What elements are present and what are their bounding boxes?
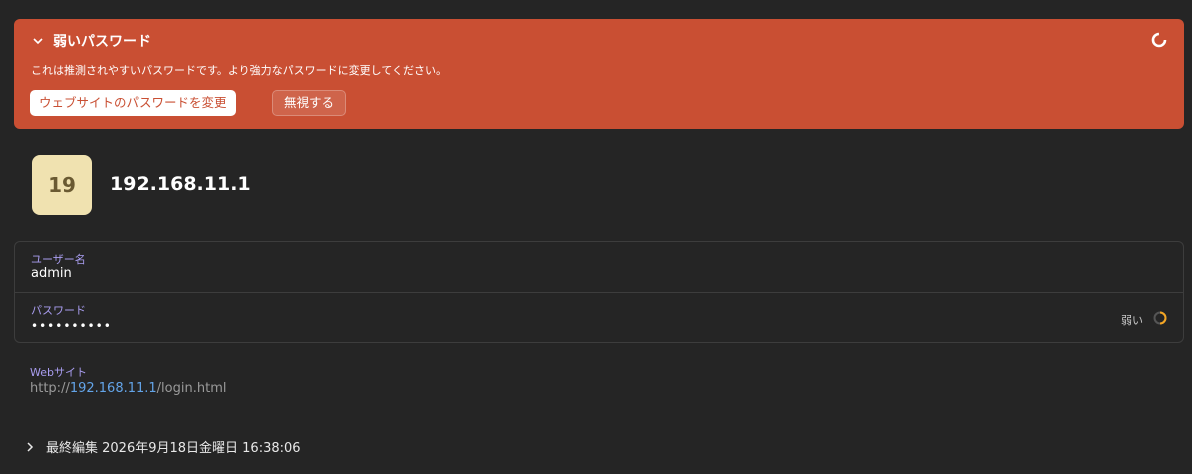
username-value[interactable]: admin [31,266,72,281]
weak-password-alert: 弱いパスワード これは推測されやすいパスワードです。より強力なパスワードに変更し… [14,19,1184,129]
url-prefix: http:// [30,381,70,396]
last-edited-text: 最終編集 2026年9月18日金曜日 16:38:06 [46,441,301,456]
alert-title: 弱いパスワード [53,34,151,50]
url-path: /login.html [156,381,227,396]
website-label: Webサイト [30,366,87,379]
website-url[interactable]: http://192.168.11.1/login.html [30,381,226,396]
strength-meter-icon [1153,311,1167,325]
password-label: パスワード [31,304,86,317]
change-password-button[interactable]: ウェブサイトのパスワードを変更 [30,90,236,116]
alert-message: これは推測されやすいパスワードです。より強力なパスワードに変更してください。 [31,64,448,77]
ignore-button[interactable]: 無視する [272,90,347,116]
alert-header[interactable]: 弱いパスワード [31,31,151,51]
strength-label: 弱い [1121,314,1143,327]
last-edited-toggle[interactable]: 最終編集 2026年9月18日金曜日 16:38:06 [24,437,301,456]
progress-ring-icon [1151,32,1167,48]
credentials-card: ユーザー名 admin パスワード •••••••••• 弱い [14,241,1184,343]
item-title: 192.168.11.1 [110,173,251,195]
password-value[interactable]: •••••••••• [31,319,112,333]
username-row[interactable]: ユーザー名 admin [15,242,1183,292]
chevron-down-icon[interactable] [31,34,45,48]
username-label: ユーザー名 [31,253,86,266]
item-icon-badge: 19 [32,155,92,215]
password-row[interactable]: パスワード •••••••••• 弱い [15,293,1183,343]
chevron-right-icon[interactable] [24,441,36,453]
url-host[interactable]: 192.168.11.1 [70,381,157,396]
